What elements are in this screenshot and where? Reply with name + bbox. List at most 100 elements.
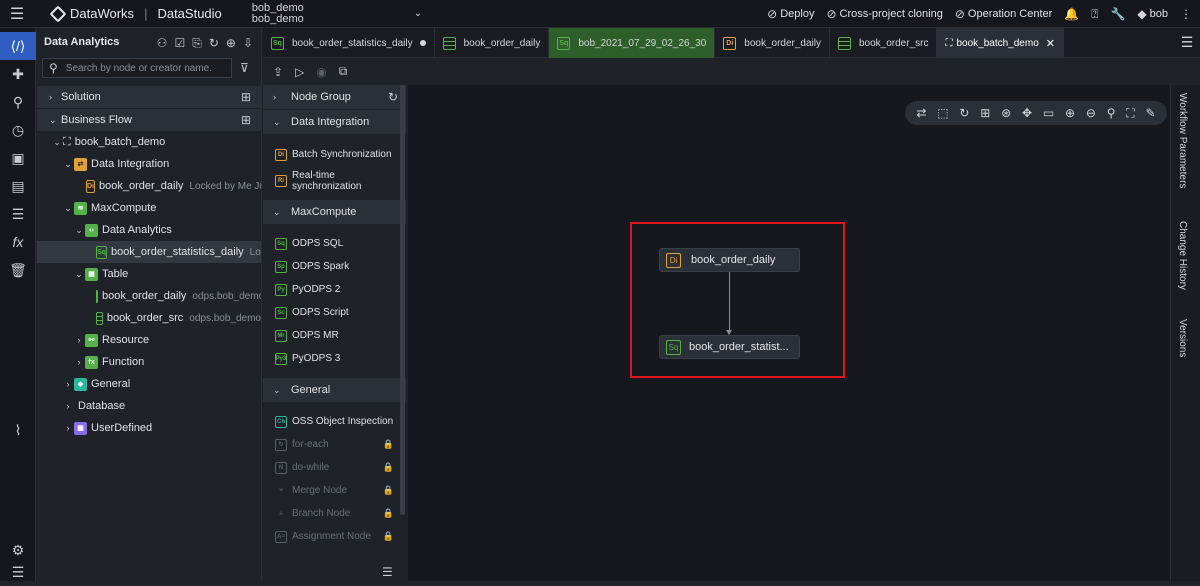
tab-sq-statistics[interactable]: Sq book_order_statistics_daily: [263, 28, 435, 58]
function-icon[interactable]: fx: [0, 228, 36, 256]
palette-scrollbar[interactable]: [400, 85, 405, 515]
tree-item-table[interactable]: ⌄ ▦ Table: [37, 263, 261, 285]
deploy-link[interactable]: ⊘ Deploy: [767, 7, 814, 21]
tab-versions[interactable]: Versions: [1177, 319, 1188, 357]
user-menu[interactable]: ◆ bob: [1137, 7, 1168, 21]
workflow-icon[interactable]: ⌇: [0, 416, 36, 444]
tree-item-table2[interactable]: book_order_src odps.bob_demo: [37, 307, 261, 329]
help-icon[interactable]: ⍰: [1091, 7, 1098, 22]
dependency-edge[interactable]: [729, 272, 730, 334]
swap-icon[interactable]: ⇄: [916, 106, 926, 120]
palette-item-odps-mr[interactable]: Mr ODPS MR: [263, 324, 406, 347]
canvas-node-di[interactable]: Di book_order_daily: [659, 248, 800, 272]
tree-item-database[interactable]: › Database: [37, 395, 261, 417]
box-select-icon[interactable]: ⬚: [937, 106, 948, 120]
tree-item-general[interactable]: › ◈ General: [37, 373, 261, 395]
more-icon[interactable]: ⋮: [1180, 7, 1192, 21]
cross-project-link[interactable]: ⊘ Cross-project cloning: [826, 7, 942, 21]
submit-icon[interactable]: ⇪: [273, 65, 283, 79]
refresh-icon[interactable]: ↻: [388, 90, 398, 104]
format-icon[interactable]: ⊛: [1001, 106, 1011, 120]
batch-icon[interactable]: ☑: [174, 36, 185, 51]
grid-icon[interactable]: ⊞: [241, 90, 251, 104]
new-file-icon[interactable]: ⎘: [192, 36, 202, 51]
actual-size-icon[interactable]: ▭: [1043, 106, 1054, 120]
zoom-in-icon[interactable]: ⊕: [1065, 106, 1075, 120]
tree-item-di-node[interactable]: Di book_order_daily Locked by Me Jul 29: [37, 175, 261, 197]
main-menu-icon[interactable]: ☰: [0, 0, 34, 28]
puzzle-icon[interactable]: ✚: [0, 60, 36, 88]
deploy-icon[interactable]: ⧉: [339, 64, 348, 79]
operation-center-link[interactable]: ⊘ Operation Center: [955, 7, 1052, 21]
section-business-flow[interactable]: ⌄ Business Flow ⊞: [37, 109, 261, 131]
collapse-palette-icon[interactable]: ☰: [382, 565, 393, 579]
tree-item-maxcompute[interactable]: ⌄ ≋ MaxCompute: [37, 197, 261, 219]
palette-item-pyodps2[interactable]: Py PyODPS 2: [263, 278, 406, 301]
tree-item-data-analytics[interactable]: ⌄ ‹› Data Analytics: [37, 219, 261, 241]
list-icon[interactable]: ☰: [0, 200, 36, 228]
canvas-node-sq[interactable]: Sq book_order_statist...: [659, 335, 800, 359]
tab-table-daily[interactable]: book_order_daily: [435, 28, 550, 58]
tab-batch-demo[interactable]: ⛶ book_batch_demo ✕: [937, 28, 1064, 58]
palette-data-integration[interactable]: ⌄ Data Integration: [263, 110, 406, 134]
palette-item-oss-inspection[interactable]: Ch OSS Object Inspection: [263, 410, 406, 433]
palette-item-for-each[interactable]: ↻ for-each 🔒: [263, 433, 406, 456]
tab-adhoc-query[interactable]: Sq bob_2021_07_29_02_26_30: [549, 28, 716, 58]
import-icon[interactable]: ⇩: [243, 36, 253, 51]
stop-icon[interactable]: ◉: [316, 65, 326, 79]
menu-icon[interactable]: ☰: [0, 558, 36, 586]
palette-item-odps-sql[interactable]: Sq ODPS SQL: [263, 232, 406, 255]
filter-icon[interactable]: ⊽: [240, 61, 249, 75]
bell-icon[interactable]: 🔔: [1064, 7, 1079, 21]
center-icon[interactable]: ✥: [1022, 106, 1032, 120]
grid-icon[interactable]: ⊞: [241, 113, 251, 127]
tree-item-user-defined[interactable]: › ▦ UserDefined: [37, 417, 261, 439]
palette-node-group[interactable]: › Node Group ↻: [263, 85, 406, 109]
code-icon[interactable]: ⟨/⟩: [0, 32, 36, 60]
locate-icon[interactable]: ⊕: [226, 36, 236, 51]
clock-icon[interactable]: ◷: [0, 116, 36, 144]
user-filter-icon[interactable]: ⚇: [157, 36, 168, 51]
wrench-icon[interactable]: 🔧: [1110, 7, 1125, 21]
briefcase-icon[interactable]: ▣: [0, 144, 36, 172]
tree-item-sq-node[interactable]: Sq book_order_statistics_daily Locked: [37, 241, 261, 263]
run-icon[interactable]: ▷: [295, 65, 304, 79]
tab-table-src[interactable]: book_order_src: [830, 28, 938, 58]
palette-item-batch-sync[interactable]: Di Batch Synchronization: [263, 143, 406, 166]
brush-icon[interactable]: ✎: [1145, 106, 1155, 120]
layout-grid-icon[interactable]: ⊞: [980, 106, 990, 120]
section-solution[interactable]: › Solution ⊞: [37, 86, 261, 108]
close-icon[interactable]: ✕: [1046, 37, 1055, 50]
palette-item-assignment-node[interactable]: A= Assignment Node 🔒: [263, 525, 406, 548]
palette-maxcompute[interactable]: ⌄ MaxCompute: [263, 200, 406, 224]
palette-item-pyodps3[interactable]: Py3 PyODPS 3: [263, 347, 406, 370]
refresh-icon[interactable]: ↻: [959, 106, 969, 120]
palette-item-do-while[interactable]: N do-while 🔒: [263, 456, 406, 479]
palette-general[interactable]: ⌄ General: [263, 378, 406, 402]
tab-di-daily[interactable]: Di book_order_daily: [715, 28, 830, 58]
palette-item-odps-script[interactable]: Sc ODPS Script: [263, 301, 406, 324]
fullscreen-icon[interactable]: ⛶: [1126, 106, 1134, 121]
search-icon[interactable]: ⚲: [1107, 106, 1116, 120]
tree-item-function[interactable]: › fx Function: [37, 351, 261, 373]
palette-item-odps-spark[interactable]: Sp ODPS Spark: [263, 255, 406, 278]
palette-item-merge-node[interactable]: ⑂ Merge Node 🔒: [263, 479, 406, 502]
search-input[interactable]: [65, 62, 226, 74]
search-box[interactable]: ⚲: [42, 58, 232, 78]
tree-item-resource[interactable]: › ⚯ Resource: [37, 329, 261, 351]
tree-item-table1[interactable]: book_order_daily odps.bob_demo: [37, 285, 261, 307]
tree-item-flow[interactable]: ⌄ ⛶ book_batch_demo: [37, 131, 261, 153]
search-icon[interactable]: ⚲: [0, 88, 36, 116]
trash-icon[interactable]: 🗑: [0, 256, 36, 284]
tab-list-menu-icon[interactable]: ☰: [1174, 28, 1200, 57]
palette-item-realtime-sync[interactable]: Ri Real-time synchronization: [263, 166, 406, 196]
chevron-down-icon[interactable]: ⌄: [414, 8, 422, 19]
table-icon[interactable]: ▤: [0, 172, 36, 200]
zoom-out-icon[interactable]: ⊖: [1086, 106, 1096, 120]
tab-change-history[interactable]: Change History: [1177, 221, 1188, 290]
project-selector[interactable]: bob_demo bob_demo: [252, 2, 304, 25]
tab-workflow-parameters[interactable]: Workflow Parameters: [1177, 93, 1188, 188]
tree-item-data-integration[interactable]: ⌄ ⇄ Data Integration: [37, 153, 261, 175]
refresh-icon[interactable]: ↻: [209, 36, 219, 51]
palette-item-branch-node[interactable]: ⑃ Branch Node 🔒: [263, 502, 406, 525]
